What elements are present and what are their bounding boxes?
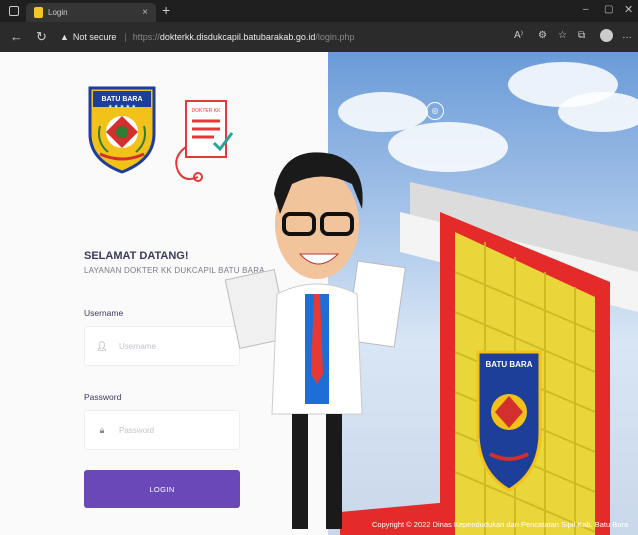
address-separator: | xyxy=(124,32,127,42)
tab-actions-icon[interactable] xyxy=(9,6,19,16)
refresh-icon[interactable]: ↻ xyxy=(36,29,47,45)
close-window-icon[interactable]: ✕ xyxy=(624,3,633,16)
doc-label: DOKTER KK xyxy=(192,108,222,114)
new-tab-button[interactable]: + xyxy=(162,2,170,18)
password-label: Password xyxy=(84,392,122,402)
regency-logo: BATU BARA ★ ★ ★ ★ ★ xyxy=(88,86,156,174)
browser-navbar: ← ↻ ▲ Not secure | https:// dokterkk.dis… xyxy=(0,22,638,52)
scroll-target-icon[interactable]: ◎ xyxy=(426,102,444,120)
tab-title: Login xyxy=(48,8,68,17)
warning-icon[interactable]: ▲ xyxy=(60,32,69,42)
welcome-heading: SELAMAT DATANG! xyxy=(84,250,189,262)
login-button[interactable]: LOGIN xyxy=(84,470,240,508)
svg-text:★ ★ ★ ★ ★: ★ ★ ★ ★ ★ xyxy=(108,104,136,110)
minimize-icon[interactable]: – xyxy=(583,4,589,15)
copyright-footer: Copyright © 2022 Dinas Kependudukan dan … xyxy=(372,520,629,529)
close-tab-icon[interactable]: × xyxy=(142,7,148,18)
password-input[interactable] xyxy=(119,425,229,435)
username-label: Username xyxy=(84,308,124,318)
collections-icon[interactable]: ⧉ xyxy=(578,30,585,41)
building-emblem-text: BATU BARA xyxy=(486,360,533,369)
favorite-icon[interactable]: ☆ xyxy=(558,30,567,41)
username-input[interactable] xyxy=(119,341,229,351)
maximize-icon[interactable]: ▢ xyxy=(604,4,613,15)
url-host: dokterkk.disdukcapil.batubarakab.go.id xyxy=(159,32,316,42)
profile-avatar[interactable] xyxy=(600,29,613,42)
user-icon: 👤︎ xyxy=(96,340,108,351)
favicon-icon xyxy=(34,7,43,18)
logo-text: BATU BARA xyxy=(101,96,142,103)
username-field[interactable]: 👤︎ xyxy=(84,326,240,366)
security-label[interactable]: Not secure xyxy=(73,32,117,42)
browser-tab[interactable]: Login × xyxy=(26,3,156,22)
browser-titlebar: Login × + – ▢ ✕ xyxy=(0,0,638,22)
more-menu-icon[interactable]: … xyxy=(622,30,632,41)
doctor-mascot-illustration xyxy=(224,152,406,529)
read-aloud-icon[interactable]: A⁾ xyxy=(514,30,523,41)
url-path: /login.php xyxy=(315,32,355,42)
password-field[interactable]: 🔒︎ xyxy=(84,410,240,450)
lock-icon: 🔒︎ xyxy=(99,424,105,435)
address-bar[interactable]: ▲ Not secure | https:// dokterkk.disdukc… xyxy=(60,28,520,46)
extension-icon[interactable]: ⚙ xyxy=(538,30,547,41)
url-protocol: https:// xyxy=(132,32,160,42)
page: BATU BARA ★ ★ ★ ★ ★ DOKTER KK SELAMAT DA… xyxy=(0,52,638,535)
back-arrow-icon[interactable]: ← xyxy=(10,29,23,44)
